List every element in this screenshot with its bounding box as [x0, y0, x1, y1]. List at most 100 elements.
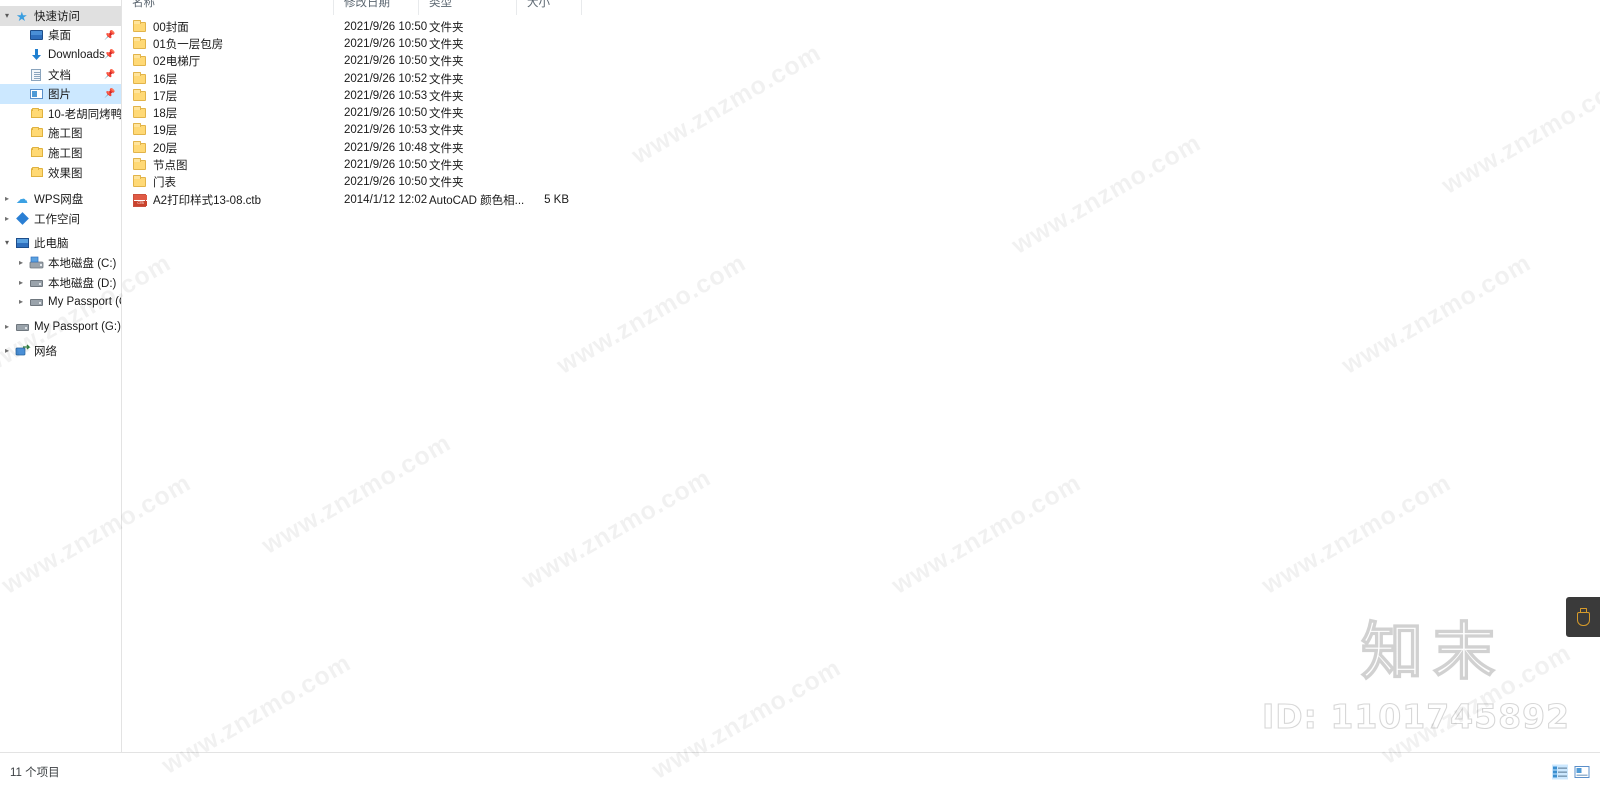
sidebar-item-label: 此电脑: [34, 238, 69, 251]
file-name-label: 19层: [153, 125, 178, 138]
table-row[interactable]: 00封面 2021/9/26 10:50 文件夹: [122, 18, 1600, 35]
sidebar-item-label: 效果图: [48, 167, 83, 180]
sidebar-item-label: 网络: [34, 346, 57, 359]
table-row[interactable]: 02电梯厅 2021/9/26 10:50 文件夹: [122, 53, 1600, 70]
file-date-cell: 2021/9/26 10:48: [344, 141, 428, 154]
table-row[interactable]: 门表 2021/9/26 10:50 文件夹: [122, 174, 1600, 191]
table-row[interactable]: 16层 2021/9/26 10:52 文件夹: [122, 70, 1600, 87]
sidebar-item-label: 本地磁盘 (C:): [48, 257, 117, 270]
network-icon: [14, 343, 31, 359]
file-name-label: 门表: [153, 177, 176, 190]
column-header-date[interactable]: 修改日期: [334, 0, 419, 15]
sidebar-item-network[interactable]: ▸ 网络: [0, 342, 121, 362]
table-row[interactable]: 18层 2021/9/26 10:50 文件夹: [122, 104, 1600, 121]
chevron-right-icon[interactable]: ▸: [14, 258, 28, 267]
item-count-label: 11 个项目: [10, 767, 60, 779]
column-header-type[interactable]: 类型: [419, 0, 517, 15]
chevron-right-icon[interactable]: ▸: [14, 298, 28, 306]
star-icon: ★: [16, 8, 28, 24]
file-name-cell[interactable]: 16层: [122, 71, 334, 87]
sidebar-item-my-passport-g-child[interactable]: ▸ My Passport (G:): [0, 292, 121, 312]
sidebar-item-wps-cloud[interactable]: ▸ ☁ WPS网盘: [0, 189, 121, 209]
drive-system-icon: [28, 255, 45, 271]
chevron-right-icon[interactable]: ▸: [14, 278, 28, 287]
chevron-down-icon[interactable]: ▾: [0, 11, 14, 20]
table-row[interactable]: A2打印样式13-08.ctb 2014/1/12 12:02 AutoCAD …: [122, 191, 1600, 208]
sidebar-item-my-passport-g-root[interactable]: ▸ My Passport (G:): [0, 317, 121, 337]
large-icons-view-button[interactable]: [1574, 765, 1590, 780]
folder-icon: [132, 88, 148, 103]
chevron-right-icon[interactable]: ▸: [0, 214, 14, 223]
folder-icon: [132, 158, 148, 172]
sidebar-item-workspace[interactable]: ▸ 工作空间: [0, 209, 121, 229]
file-name-cell[interactable]: 门表: [122, 174, 334, 190]
pin-icon[interactable]: 📌: [104, 49, 115, 59]
folder-icon: [132, 19, 148, 34]
file-name-cell[interactable]: 节点图: [122, 157, 334, 173]
this-pc-icon: [14, 235, 31, 251]
column-header-size[interactable]: 大小: [517, 0, 582, 15]
chevron-right-icon[interactable]: ▸: [0, 322, 14, 331]
file-rows-container: 00封面 2021/9/26 10:50 文件夹 01负一层包房 2021/9/…: [122, 18, 1600, 208]
file-explorer-window: ▾ ★ 快速访问 ▸ 桌面 📌 ▸ Downloads 📌: [0, 0, 1600, 791]
drive-icon: [28, 294, 45, 310]
sidebar-item-label: 快速访问: [34, 10, 80, 23]
table-row[interactable]: 20层 2021/9/26 10:48 文件夹: [122, 139, 1600, 156]
table-row[interactable]: 19层 2021/9/26 10:53 文件夹: [122, 122, 1600, 139]
sidebar-item-drive-c[interactable]: ▸ 本地磁盘 (C:): [0, 253, 121, 273]
folder-icon: [132, 175, 148, 189]
sidebar-item-drive-d[interactable]: ▸ 本地磁盘 (D:): [0, 273, 121, 293]
sidebar-item-desktop[interactable]: ▸ 桌面 📌: [0, 26, 121, 46]
chevron-placeholder-icon: ▸: [14, 169, 28, 177]
file-name-cell[interactable]: 20层: [122, 140, 334, 156]
sidebar-item-this-pc[interactable]: ▾ 此电脑: [0, 234, 121, 254]
file-name-label: 01负一层包房: [153, 38, 224, 51]
sidebar-item-label: 10-老胡同烤鸭: [48, 108, 122, 121]
file-name-cell[interactable]: 18层: [122, 105, 334, 121]
table-row[interactable]: 节点图 2021/9/26 10:50 文件夹: [122, 156, 1600, 173]
file-name-cell[interactable]: 01负一层包房: [122, 36, 334, 52]
pin-icon[interactable]: 📌: [104, 69, 115, 79]
file-name-cell[interactable]: 19层: [122, 122, 334, 138]
large-icons-view-icon: [1574, 766, 1590, 778]
pin-icon[interactable]: 📌: [104, 30, 115, 40]
file-name-cell[interactable]: 00封面: [122, 19, 334, 35]
file-name-cell[interactable]: A2打印样式13-08.ctb: [122, 192, 334, 208]
details-view-button[interactable]: [1552, 764, 1568, 780]
file-type-cell: 文件夹: [429, 160, 464, 173]
sidebar-item-folder-4[interactable]: ▸ 效果图: [0, 163, 121, 183]
sidebar-item-downloads[interactable]: ▸ Downloads 📌: [0, 45, 121, 65]
chevron-down-icon[interactable]: ▾: [0, 239, 14, 247]
file-name-cell[interactable]: 17层: [122, 88, 334, 104]
file-type-cell: 文件夹: [429, 21, 464, 34]
folder-icon: [132, 140, 148, 155]
file-list-pane[interactable]: 名称 修改日期 类型 大小 00封面 2021/9/26 10:50 文件夹 0…: [122, 0, 1600, 752]
sidebar-item-quick-access[interactable]: ▾ ★ 快速访问: [0, 6, 121, 26]
explorer-body: ▾ ★ 快速访问 ▸ 桌面 📌 ▸ Downloads 📌: [0, 0, 1600, 752]
diamond-icon: [14, 211, 31, 227]
file-name-label: A2打印样式13-08.ctb: [153, 194, 262, 207]
sidebar-item-label: 施工图: [48, 128, 83, 141]
file-date-cell: 2021/9/26 10:50: [344, 20, 428, 33]
sidebar-item-folder-1[interactable]: ▸ 10-老胡同烤鸭: [0, 104, 121, 124]
file-date-cell: 2021/9/26 10:53: [344, 89, 428, 102]
drive-system-svg: [29, 256, 44, 269]
sidebar-item-documents[interactable]: ▸ 文档 📌: [0, 65, 121, 85]
file-name-cell[interactable]: 02电梯厅: [122, 53, 334, 69]
chevron-right-icon[interactable]: ▸: [0, 347, 14, 355]
folder-icon: [28, 106, 45, 122]
navigation-pane[interactable]: ▾ ★ 快速访问 ▸ 桌面 📌 ▸ Downloads 📌: [0, 0, 122, 752]
sidebar-item-pictures[interactable]: ▸ 图片 📌: [0, 84, 121, 104]
sidebar-item-label: WPS网盘: [34, 194, 84, 207]
drive-icon: [14, 319, 31, 335]
chevron-right-icon[interactable]: ▸: [0, 195, 14, 203]
sidebar-item-folder-2[interactable]: ▸ 施工图: [0, 124, 121, 144]
pin-icon[interactable]: 📌: [104, 88, 115, 98]
table-row[interactable]: 01负一层包房 2021/9/26 10:50 文件夹: [122, 35, 1600, 52]
usb-drive-side-tab[interactable]: [1566, 597, 1600, 637]
folder-icon: [28, 125, 45, 141]
sidebar-item-folder-3[interactable]: ▸ 施工图: [0, 143, 121, 163]
view-mode-buttons: [1552, 764, 1590, 780]
column-header-name[interactable]: 名称: [122, 0, 334, 15]
table-row[interactable]: 17层 2021/9/26 10:53 文件夹: [122, 87, 1600, 104]
